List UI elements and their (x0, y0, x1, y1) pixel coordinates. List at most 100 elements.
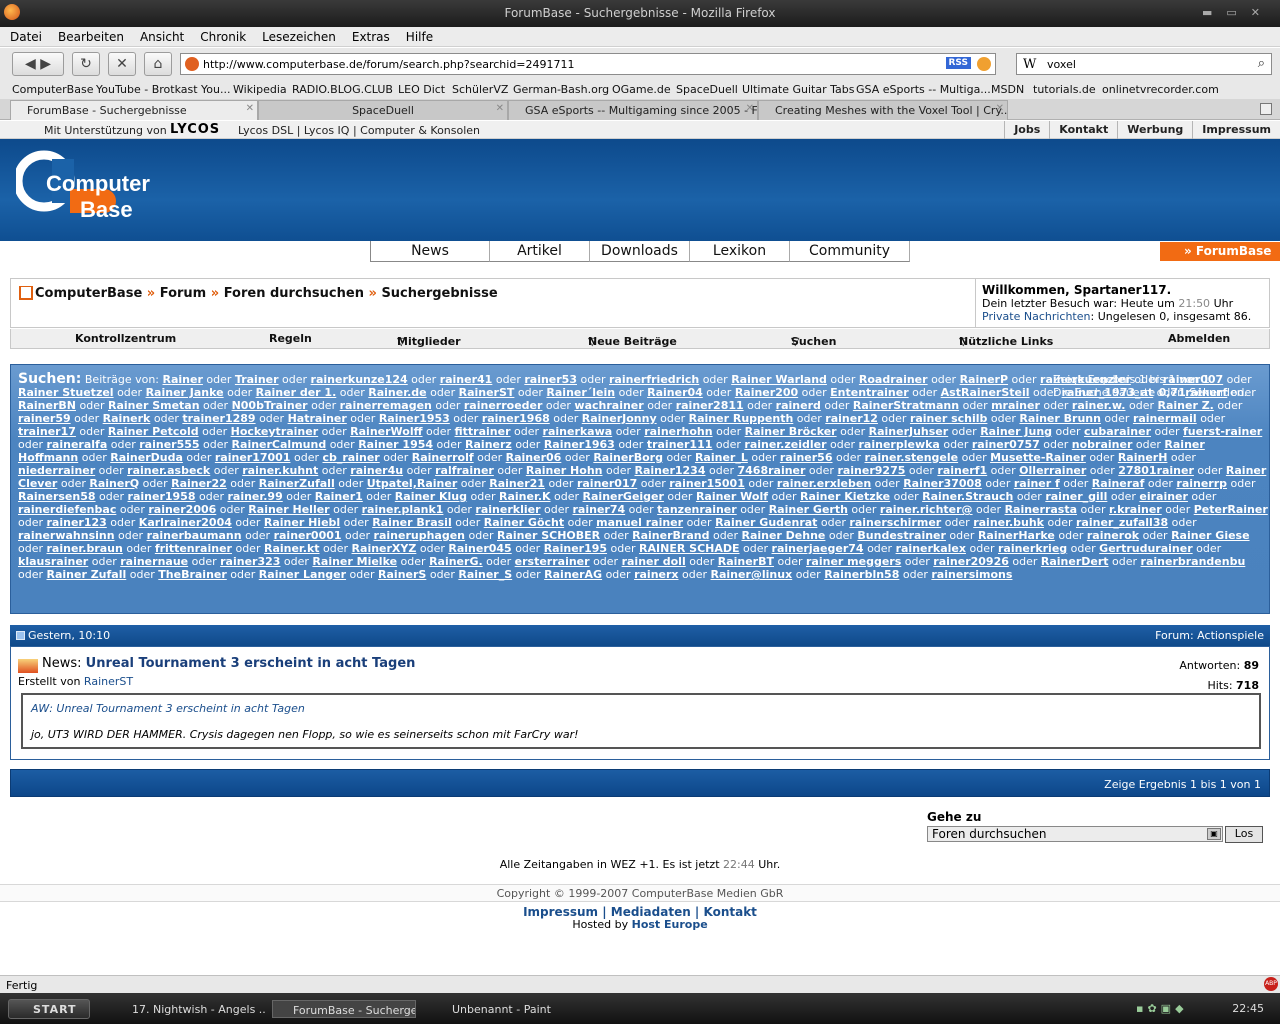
search-input[interactable]: voxel (1047, 58, 1076, 71)
search-user-link[interactable]: rainerroeder (464, 399, 543, 412)
back-forward-button[interactable]: ◀ ▶ (12, 52, 64, 76)
search-user-link[interactable]: Rainerbln58 (824, 568, 899, 581)
search-user-link[interactable]: rainermail (1133, 412, 1197, 425)
search-user-link[interactable]: Rainer Z. (1157, 399, 1213, 412)
result-forum[interactable]: Forum: Actionspiele (1155, 629, 1264, 642)
search-user-link[interactable]: Rainer (163, 373, 203, 386)
search-user-link[interactable]: rainer4u (350, 464, 403, 477)
search-user-link[interactable]: rainer.braun (47, 542, 123, 555)
search-user-link[interactable]: RainerXYZ (352, 542, 417, 555)
search-user-link[interactable]: raineruphagen (374, 529, 465, 542)
search-user-link[interactable]: RainerWolff (350, 425, 422, 438)
search-user-link[interactable]: Rainer21 (489, 477, 545, 490)
menu-lesezeichen[interactable]: Lesezeichen (252, 27, 342, 44)
search-user-link[interactable]: mrainer (991, 399, 1040, 412)
bookmark-item[interactable]: German-Bash.org (513, 83, 609, 96)
search-user-link[interactable]: rainerx (634, 568, 678, 581)
nav-lexikon[interactable]: Lexikon (690, 241, 790, 262)
bookmark-item[interactable]: SchülerVZ (452, 83, 508, 96)
adblock-icon[interactable]: ABP (1264, 977, 1278, 991)
bookmark-item[interactable]: OGame.de (612, 83, 671, 96)
close-tab-icon[interactable]: ✕ (996, 103, 1004, 114)
jump-go-button[interactable]: Los (1225, 826, 1263, 843)
search-user-link[interactable]: Rainer_S (458, 568, 512, 581)
search-user-link[interactable]: Rainer.de (368, 386, 426, 399)
list-all-tabs-icon[interactable] (1260, 103, 1272, 115)
search-user-link[interactable]: raineralfa (47, 438, 108, 451)
search-user-link[interactable]: AstRainerSteil (941, 386, 1030, 399)
search-user-link[interactable]: Bundestrainer (857, 529, 946, 542)
nav-artikel[interactable]: Artikel (490, 241, 590, 262)
search-user-link[interactable]: Rainer195 (544, 542, 607, 555)
search-user-link[interactable]: rainerjaeger74 (772, 542, 864, 555)
jobs-link[interactable]: Jobs (1004, 121, 1049, 139)
search-user-link[interactable]: Rainersen58 (18, 490, 96, 503)
search-user-link[interactable]: Rainer200 (735, 386, 798, 399)
search-user-link[interactable]: rainer56 (780, 451, 833, 464)
bookmark-item[interactable]: onlinetvrecorder.com (1102, 83, 1219, 96)
search-user-link[interactable]: RainerBrand (632, 529, 709, 542)
search-user-link[interactable]: rainer.richter@ (880, 503, 973, 516)
search-user-link[interactable]: cubarainer (1084, 425, 1151, 438)
search-user-link[interactable]: rainer59 (18, 412, 71, 425)
search-user-link[interactable]: rainer.stengele (865, 451, 959, 464)
thread-title-link[interactable]: Unreal Tournament 3 erscheint in acht Ta… (86, 656, 416, 671)
search-user-link[interactable]: rainer.erxleben (777, 477, 871, 490)
search-user-link[interactable]: RainerCalmund (232, 438, 327, 451)
tab-forumbase[interactable]: ForumBase - Suchergebnisse ✕ (10, 100, 258, 120)
system-tray-icons[interactable]: ▪✿▣◆ (1136, 1002, 1188, 1015)
search-user-link[interactable]: Rainer37008 (903, 477, 982, 490)
search-user-link[interactable]: Rainer Klug (395, 490, 467, 503)
search-user-link[interactable]: rainerkunze124 (311, 373, 408, 386)
close-tab-icon[interactable]: ✕ (496, 103, 504, 114)
breadcrumb-home[interactable]: ComputerBase (35, 286, 142, 301)
search-user-link[interactable]: Rainer Göcht (484, 516, 564, 529)
werbung-link[interactable]: Werbung (1117, 121, 1192, 139)
search-user-link[interactable]: Rainer.K (499, 490, 551, 503)
bookmark-item[interactable]: RADIO.BLOG.CLUB (292, 83, 393, 96)
search-user-link[interactable]: Rainer_L (695, 451, 748, 464)
search-user-link[interactable]: Rainer.kt (264, 542, 320, 555)
search-user-link[interactable]: Rainer1234 (634, 464, 705, 477)
search-user-link[interactable]: Rainerrasta (1005, 503, 1077, 516)
search-user-link[interactable]: rainerkrieg (998, 542, 1067, 555)
search-user-link[interactable]: RainerH (1118, 451, 1168, 464)
search-user-link[interactable]: Rainer Brunn (1019, 412, 1101, 425)
search-user-link[interactable]: rainer9275 (837, 464, 905, 477)
search-user-link[interactable]: rainerbrandenbu (1141, 555, 1246, 568)
search-user-link[interactable]: Rainer Langer (259, 568, 346, 581)
search-user-link[interactable]: RainerG. (429, 555, 483, 568)
search-user-link[interactable]: Rainer22 (171, 477, 227, 490)
search-user-link[interactable]: rainer0757 (972, 438, 1040, 451)
search-user-link[interactable]: rainer53 (524, 373, 577, 386)
search-user-link[interactable]: Rainer Warland (731, 373, 827, 386)
bookmark-item[interactable]: ComputerBase (12, 83, 93, 96)
lycos-logo[interactable]: LYCOS (170, 122, 220, 137)
search-user-link[interactable]: Rainer 1954 (358, 438, 433, 451)
search-user-link[interactable]: RainerAG (544, 568, 602, 581)
search-user-link[interactable]: Trainer (235, 373, 279, 386)
search-user-link[interactable]: Musette-Rainer (990, 451, 1086, 464)
search-user-link[interactable]: rainerschirmer (849, 516, 941, 529)
search-user-link[interactable]: RainerBT (718, 555, 774, 568)
search-user-link[interactable]: rainerf1 (937, 464, 987, 477)
close-tab-icon[interactable]: ✕ (246, 103, 254, 114)
search-user-link[interactable]: rainer123 (47, 516, 107, 529)
search-user-link[interactable]: Rainer Smetan (108, 399, 200, 412)
menu-chronik[interactable]: Chronik (190, 27, 252, 44)
bookmark-item[interactable]: tutorials.de (1033, 83, 1096, 96)
search-user-link[interactable]: RainerBorg (593, 451, 663, 464)
search-icon[interactable]: ⌕ (1258, 56, 1265, 71)
search-user-link[interactable]: RainerHarke (978, 529, 1055, 542)
search-user-link[interactable]: manuel rainer (596, 516, 683, 529)
search-user-link[interactable]: 27801rainer (1118, 464, 1194, 477)
search-user-link[interactable]: RainerDert (1041, 555, 1109, 568)
menu-datei[interactable]: Datei (0, 27, 48, 44)
window-controls[interactable]: ▬▭✕ (1202, 6, 1274, 19)
search-user-link[interactable]: rainer.buhk (973, 516, 1044, 529)
search-user-link[interactable]: rainerplewka (859, 438, 940, 451)
search-user-link[interactable]: trainer17 (18, 425, 76, 438)
search-user-link[interactable]: rainerkalex (896, 542, 966, 555)
search-user-link[interactable]: rainer12 (825, 412, 878, 425)
search-user-link[interactable]: frittenrainer (155, 542, 232, 555)
